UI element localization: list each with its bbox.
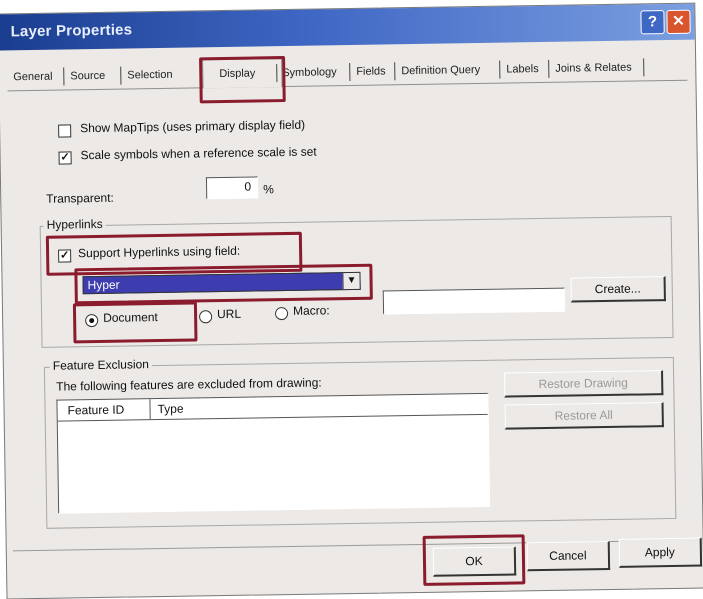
feature-exclusion-group-title: Feature Exclusion: [49, 357, 153, 373]
tab-separator: [548, 59, 550, 78]
tab-selection[interactable]: Selection: [127, 69, 172, 82]
chevron-down-icon[interactable]: ▼: [342, 272, 360, 290]
tab-separator: [349, 62, 351, 82]
tab-definition-query[interactable]: Definition Query: [401, 64, 480, 77]
close-button[interactable]: ✕: [666, 9, 691, 35]
macro-input[interactable]: [382, 287, 566, 315]
radio-macro[interactable]: [274, 307, 289, 321]
hyperlinks-group-title: Hyperlinks: [43, 216, 106, 232]
radio-macro-label: Macro:: [292, 303, 330, 318]
layer-properties-dialog: Layer Properties ? ✕ General Source Sele…: [0, 2, 703, 599]
tab-separator: [63, 67, 65, 86]
support-hyperlinks-label: Support Hyperlinks using field:: [77, 243, 241, 261]
column-feature-id[interactable]: Feature ID: [67, 403, 124, 418]
show-maptips-checkbox[interactable]: [58, 124, 72, 138]
radio-document[interactable]: [85, 313, 99, 328]
radio-url-label: URL: [216, 306, 242, 322]
ok-button[interactable]: OK: [432, 546, 517, 577]
tab-symbology[interactable]: Symbology: [282, 66, 337, 79]
tab-separator: [643, 58, 645, 77]
radio-url[interactable]: [199, 310, 213, 324]
column-type[interactable]: Type: [157, 402, 183, 416]
radio-document-label: Document: [103, 310, 158, 325]
create-button[interactable]: Create...: [570, 276, 666, 303]
tab-display[interactable]: Display: [219, 67, 255, 80]
restore-all-button[interactable]: Restore All: [504, 402, 664, 430]
cancel-button[interactable]: Cancel: [526, 540, 611, 572]
tab-joins-relates[interactable]: Joins & Relates: [555, 62, 632, 75]
transparent-label: Transparent:: [46, 190, 114, 206]
transparent-input[interactable]: 0: [205, 176, 259, 200]
scale-symbols-checkbox[interactable]: ✓: [58, 151, 72, 165]
title-bar[interactable]: Layer Properties ? ✕: [0, 3, 695, 51]
excluded-features-list[interactable]: Feature ID Type: [56, 392, 491, 514]
apply-button[interactable]: Apply: [618, 537, 703, 568]
tab-separator: [120, 66, 122, 85]
restore-drawing-button[interactable]: Restore Drawing: [504, 370, 664, 398]
tab-general[interactable]: General: [13, 71, 52, 84]
transparent-value: 0: [244, 179, 252, 194]
tab-separator: [394, 62, 396, 81]
screenshot-stage: Layer Properties ? ✕ General Source Sele…: [0, 0, 703, 599]
tab-separator: [499, 60, 501, 79]
column-divider: [149, 399, 151, 420]
window-title: Layer Properties: [10, 21, 133, 41]
hyperlink-field-value: Hyper: [87, 277, 120, 293]
transparent-unit: %: [263, 182, 274, 197]
tab-labels[interactable]: Labels: [506, 63, 539, 76]
tab-strip: General Source Selection Display Symbolo…: [7, 55, 688, 92]
help-button[interactable]: ?: [640, 10, 665, 35]
support-hyperlinks-checkbox[interactable]: ✓: [58, 249, 72, 263]
scale-symbols-label: Scale symbols when a reference scale is …: [80, 144, 317, 163]
tab-fields[interactable]: Fields: [356, 65, 386, 77]
show-maptips-label: Show MapTips (uses primary display field…: [80, 117, 306, 136]
tab-source[interactable]: Source: [70, 70, 105, 83]
